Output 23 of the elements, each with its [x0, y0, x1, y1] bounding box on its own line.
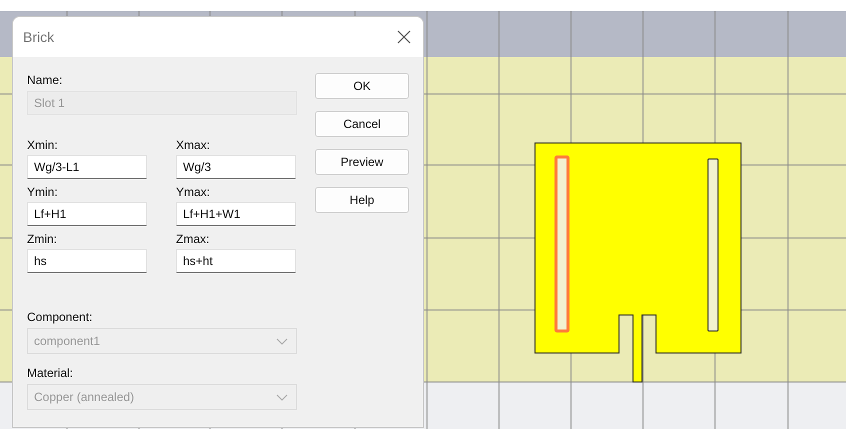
chevron-down-icon	[276, 338, 288, 344]
field-label: Zmax:	[176, 232, 210, 246]
dialog-button[interactable]: Cancel	[315, 111, 409, 137]
input-field[interactable]: Wg/3-L1	[27, 155, 147, 179]
field-label: Ymax:	[176, 185, 212, 199]
field-label: Component:	[27, 310, 94, 324]
chevron-down-icon	[276, 394, 288, 400]
input-field[interactable]: hs	[27, 249, 147, 273]
close-icon[interactable]	[397, 30, 411, 44]
field-label: Name:	[27, 73, 64, 87]
input-field[interactable]: Lf+H1	[27, 202, 147, 226]
dialog-button[interactable]: Preview	[315, 149, 409, 175]
input-field[interactable]: Lf+H1+W1	[176, 202, 296, 226]
field-label: Zmin:	[27, 232, 58, 246]
field-label: Material:	[27, 366, 74, 380]
field-label: Xmax:	[176, 138, 212, 152]
dialog-title: Brick	[23, 29, 54, 45]
field-label: Xmin:	[27, 138, 59, 152]
field-label: Ymin:	[27, 185, 59, 199]
dialog-button[interactable]: Help	[315, 187, 409, 213]
input-field[interactable]: Wg/3	[176, 155, 296, 179]
dialog-button[interactable]: OK	[315, 73, 409, 99]
input-field[interactable]: hs+ht	[176, 249, 296, 273]
